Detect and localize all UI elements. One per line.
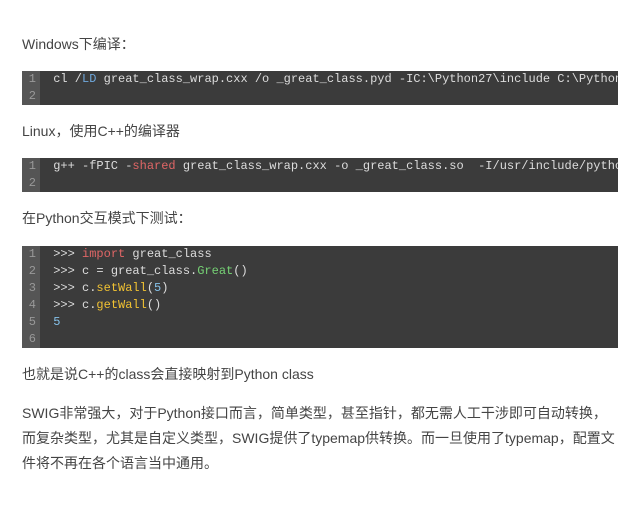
code-line-body: >>> c.setWall(5) [40,280,168,297]
code-token: getWall [96,298,146,312]
code-line-body [40,331,46,348]
code-token: import [82,247,125,261]
line-number: 4 [22,297,40,314]
code-line-body: >>> import great_class [40,246,212,263]
code-token: >>> [46,264,82,278]
code-line-body: >>> c.getWall() [40,297,161,314]
code-token: >>> [46,298,82,312]
line-number: 5 [22,314,40,331]
codeblock-python: 1 >>> import great_class2 >>> c = great_… [22,246,618,348]
code-token: g++ -fPIC - [46,159,132,173]
line-number: 2 [22,88,40,105]
code-line: 2 [22,175,618,192]
code-token: ( [147,281,154,295]
code-line-body: g++ -fPIC -shared great_class_wrap.cxx -… [40,158,618,175]
line-number: 6 [22,331,40,348]
code-token: great_class [125,247,211,261]
code-token: c. [82,298,96,312]
paragraph-windows: Windows下编译： [22,32,618,57]
codeblock-linux: 1 g++ -fPIC -shared great_class_wrap.cxx… [22,158,618,192]
code-token: Great [197,264,233,278]
paragraph-swig: SWIG非常强大，对于Python接口而言，简单类型，甚至指针，都无需人工干涉即… [22,401,618,477]
line-number: 2 [22,175,40,192]
code-line-body [40,88,46,105]
code-line: 6 [22,331,618,348]
paragraph-linux: Linux，使用C++的编译器 [22,119,618,144]
paragraph-mapping: 也就是说C++的class会直接映射到Python class [22,362,618,387]
code-token: >>> [46,281,82,295]
code-token: 5 [46,315,60,329]
line-number: 3 [22,280,40,297]
code-line: 1 cl /LD great_class_wrap.cxx /o _great_… [22,71,618,88]
code-line: 2 [22,88,618,105]
code-token: LD [82,72,96,86]
code-token: () [233,264,247,278]
code-token: cl / [46,72,82,86]
code-line: 3 >>> c.setWall(5) [22,280,618,297]
code-token: c. [82,281,96,295]
line-number: 1 [22,158,40,175]
code-line: 2 >>> c = great_class.Great() [22,263,618,280]
codeblock-windows: 1 cl /LD great_class_wrap.cxx /o _great_… [22,71,618,105]
code-line-body [40,175,46,192]
code-line: 4 >>> c.getWall() [22,297,618,314]
code-line: 1 g++ -fPIC -shared great_class_wrap.cxx… [22,158,618,175]
code-line-body: >>> c = great_class.Great() [40,263,248,280]
paragraph-python-test: 在Python交互模式下测试： [22,206,618,231]
code-line-body: 5 [40,314,60,331]
code-token: shared [132,159,175,173]
code-token: >>> [46,247,82,261]
line-number: 2 [22,263,40,280]
code-token: () [147,298,161,312]
code-line: 1 >>> import great_class [22,246,618,263]
code-token: c = great_class. [82,264,197,278]
code-token: setWall [96,281,146,295]
code-token: great_class_wrap.cxx /o _great_class.pyd… [96,72,618,86]
line-number: 1 [22,246,40,263]
code-line: 5 5 [22,314,618,331]
code-token: great_class_wrap.cxx -o _great_class.so … [176,159,618,173]
code-line-body: cl /LD great_class_wrap.cxx /o _great_cl… [40,71,618,88]
line-number: 1 [22,71,40,88]
code-token: ) [161,281,168,295]
